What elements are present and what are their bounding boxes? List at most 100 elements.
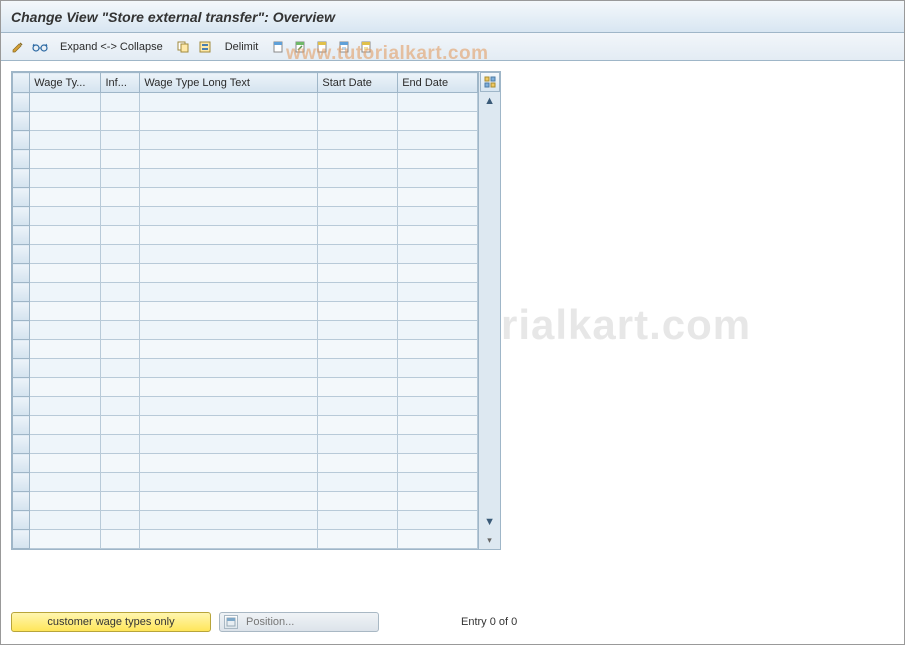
cell[interactable]: [398, 416, 478, 435]
row-header[interactable]: [13, 530, 30, 549]
row-header[interactable]: [13, 150, 30, 169]
cell[interactable]: [101, 131, 140, 150]
cell[interactable]: [398, 226, 478, 245]
cell[interactable]: [398, 150, 478, 169]
cell[interactable]: [398, 511, 478, 530]
cell[interactable]: [398, 454, 478, 473]
row-header[interactable]: [13, 321, 30, 340]
table-row[interactable]: [13, 454, 478, 473]
row-header[interactable]: [13, 359, 30, 378]
table-row[interactable]: [13, 435, 478, 454]
table-row[interactable]: [13, 226, 478, 245]
cell[interactable]: [318, 397, 398, 416]
scroll-down-icon[interactable]: ▼: [480, 513, 500, 531]
cell[interactable]: [318, 435, 398, 454]
cell[interactable]: [398, 245, 478, 264]
row-header[interactable]: [13, 245, 30, 264]
table-row[interactable]: [13, 150, 478, 169]
cell[interactable]: [318, 264, 398, 283]
row-header[interactable]: [13, 454, 30, 473]
cell[interactable]: [140, 416, 318, 435]
select-all-icon[interactable]: [196, 38, 214, 56]
cell[interactable]: [101, 302, 140, 321]
cell[interactable]: [318, 207, 398, 226]
cell[interactable]: [398, 93, 478, 112]
cell[interactable]: [30, 188, 101, 207]
delimit-button[interactable]: Delimit: [218, 38, 266, 56]
cell[interactable]: [398, 188, 478, 207]
table-row[interactable]: [13, 302, 478, 321]
table-row[interactable]: [13, 321, 478, 340]
cell[interactable]: [101, 473, 140, 492]
table-row[interactable]: [13, 245, 478, 264]
cell[interactable]: [101, 93, 140, 112]
cell[interactable]: [398, 283, 478, 302]
table-row[interactable]: [13, 93, 478, 112]
table-settings-icon[interactable]: [480, 72, 500, 92]
table-row[interactable]: [13, 492, 478, 511]
cell[interactable]: [30, 150, 101, 169]
cell[interactable]: [318, 283, 398, 302]
cell[interactable]: [101, 492, 140, 511]
glasses-icon[interactable]: [31, 38, 49, 56]
cell[interactable]: [101, 397, 140, 416]
cell[interactable]: [318, 340, 398, 359]
table-row[interactable]: [13, 207, 478, 226]
table-row[interactable]: [13, 416, 478, 435]
table-row[interactable]: [13, 473, 478, 492]
vertical-scrollbar[interactable]: ▲ ▼ ▾: [478, 72, 500, 549]
cell[interactable]: [398, 321, 478, 340]
table-row[interactable]: [13, 112, 478, 131]
cell[interactable]: [101, 454, 140, 473]
cell[interactable]: [140, 359, 318, 378]
cell[interactable]: [30, 492, 101, 511]
cell[interactable]: [101, 283, 140, 302]
col-start-date[interactable]: Start Date: [318, 73, 398, 93]
row-header[interactable]: [13, 511, 30, 530]
customer-wage-types-button[interactable]: customer wage types only: [11, 612, 211, 632]
cell[interactable]: [101, 150, 140, 169]
cell[interactable]: [318, 511, 398, 530]
cell[interactable]: [398, 302, 478, 321]
row-header[interactable]: [13, 93, 30, 112]
cell[interactable]: [140, 283, 318, 302]
cell[interactable]: [398, 340, 478, 359]
table-row[interactable]: [13, 511, 478, 530]
cell[interactable]: [30, 511, 101, 530]
row-header[interactable]: [13, 226, 30, 245]
cell[interactable]: [398, 397, 478, 416]
row-header[interactable]: [13, 283, 30, 302]
scroll-end-icon[interactable]: ▾: [480, 531, 500, 549]
col-inf[interactable]: Inf...: [101, 73, 140, 93]
cell[interactable]: [30, 264, 101, 283]
cell[interactable]: [101, 188, 140, 207]
cell[interactable]: [318, 245, 398, 264]
row-header[interactable]: [13, 131, 30, 150]
position-button[interactable]: Position...: [219, 612, 379, 632]
cell[interactable]: [30, 283, 101, 302]
row-header[interactable]: [13, 112, 30, 131]
cell[interactable]: [318, 530, 398, 549]
cell[interactable]: [101, 245, 140, 264]
cell[interactable]: [318, 302, 398, 321]
cell[interactable]: [140, 245, 318, 264]
cell[interactable]: [140, 492, 318, 511]
cell[interactable]: [140, 340, 318, 359]
cell[interactable]: [30, 302, 101, 321]
table-row[interactable]: [13, 131, 478, 150]
doc-blue-icon[interactable]: [335, 38, 353, 56]
change-icon[interactable]: [9, 38, 27, 56]
cell[interactable]: [140, 207, 318, 226]
cell[interactable]: [398, 530, 478, 549]
doc-green-icon[interactable]: [291, 38, 309, 56]
table-row[interactable]: [13, 378, 478, 397]
table-row[interactable]: [13, 169, 478, 188]
cell[interactable]: [30, 169, 101, 188]
cell[interactable]: [30, 378, 101, 397]
cell[interactable]: [30, 397, 101, 416]
cell[interactable]: [30, 473, 101, 492]
col-end-date[interactable]: End Date: [398, 73, 478, 93]
cell[interactable]: [398, 112, 478, 131]
cell[interactable]: [101, 112, 140, 131]
row-header[interactable]: [13, 207, 30, 226]
